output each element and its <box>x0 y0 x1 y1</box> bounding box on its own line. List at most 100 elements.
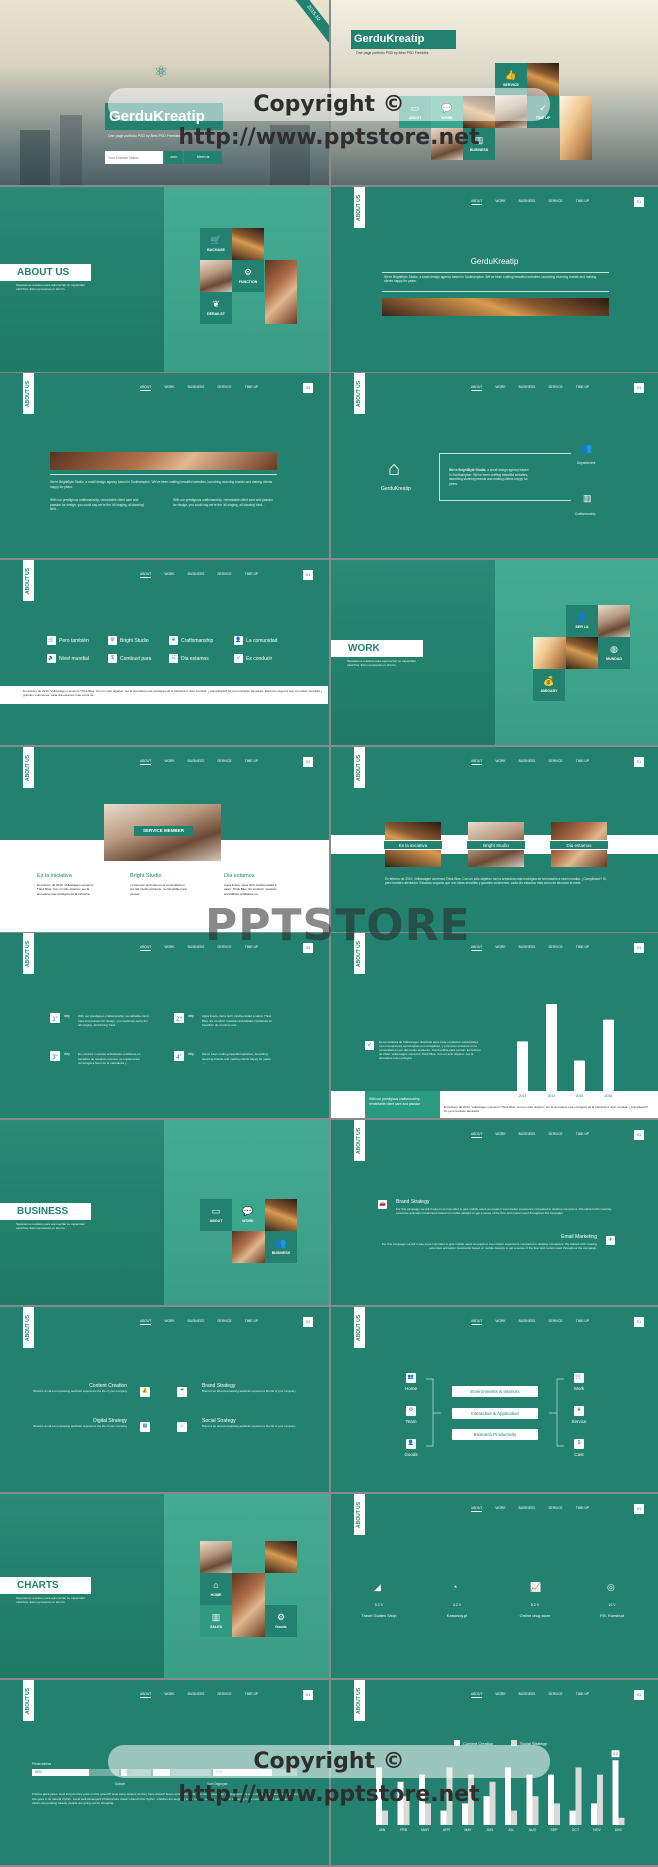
nav-item-time-up[interactable]: TIME UP <box>576 385 589 391</box>
domain-input[interactable] <box>105 151 163 164</box>
nav-item-business[interactable]: BUSINESS <box>519 1132 536 1138</box>
nav-item-time-up[interactable]: TIME UP <box>245 1692 258 1698</box>
nav-item-about[interactable]: ABOUT <box>140 1319 152 1325</box>
section-vertical-tab[interactable]: ABOUT US <box>23 560 34 602</box>
nav-item-work[interactable]: WORK <box>164 572 174 578</box>
nav-item-service[interactable]: SERVICE <box>217 385 231 391</box>
section-vertical-tab[interactable]: ABOUT US <box>354 1680 365 1722</box>
nav-item-business[interactable]: BUSINESS <box>519 1692 536 1698</box>
section-vertical-tab[interactable]: ABOUT US <box>354 1306 365 1348</box>
nav-item-work[interactable]: WORK <box>495 385 505 391</box>
nav-item-service[interactable]: SERVICE <box>548 945 562 951</box>
feature-item[interactable]: 🛒 Pero también <box>47 636 108 646</box>
nav-item-time-up[interactable]: TIME UP <box>576 1506 589 1512</box>
nav-item-work[interactable]: WORK <box>495 1506 505 1512</box>
nav-item-business[interactable]: BUSINESS <box>188 759 205 765</box>
nav-item-business[interactable]: BUSINESS <box>188 572 205 578</box>
nav-item-about[interactable]: ABOUT <box>471 945 483 952</box>
nav-item-time-up[interactable]: TIME UP <box>245 1319 258 1325</box>
tile-sales[interactable]: ▥ SALES <box>200 1604 232 1637</box>
nav-item-business[interactable]: BUSINESS <box>188 945 205 951</box>
tile-goods[interactable]: ⚙ Goods <box>265 1604 297 1637</box>
nav-item-business[interactable]: BUSINESS <box>519 945 536 951</box>
tile-mundad[interactable]: ◍ MUNDAD <box>598 637 630 670</box>
nav-item-service[interactable]: SERVICE <box>548 385 562 391</box>
tile-work[interactable]: 💬 WORK <box>232 1199 264 1232</box>
tile-business[interactable]: 👥 BUSINESS <box>265 1231 297 1264</box>
nav-item-service[interactable]: SERVICE <box>548 1692 562 1698</box>
tld-select[interactable]: .com <box>164 151 183 164</box>
nav-item-work[interactable]: WORK <box>164 759 174 765</box>
nav-item-service[interactable]: SERVICE <box>548 199 562 205</box>
nav-item-work[interactable]: WORK <box>495 1319 505 1325</box>
section-vertical-tab[interactable]: ABOUT US <box>354 373 365 415</box>
nav-item-work[interactable]: WORK <box>495 945 505 951</box>
nav-item-work[interactable]: WORK <box>164 1692 174 1698</box>
nav-item-time-up[interactable]: TIME UP <box>576 945 589 951</box>
nav-item-work[interactable]: WORK <box>164 385 174 391</box>
nav-item-about[interactable]: ABOUT <box>140 759 152 765</box>
section-vertical-tab[interactable]: ABOUT US <box>354 1493 365 1535</box>
nav-item-time-up[interactable]: TIME UP <box>245 385 258 391</box>
nav-item-business[interactable]: BUSINESS <box>519 1506 536 1512</box>
nav-item-time-up[interactable]: TIME UP <box>576 759 589 765</box>
nav-item-service[interactable]: SERVICE <box>217 572 231 578</box>
nav-item-work[interactable]: WORK <box>164 1319 174 1325</box>
nav-item-about[interactable]: ABOUT <box>140 945 152 952</box>
feature-item[interactable]: $ Combust para <box>108 654 169 664</box>
tile-ser-la[interactable]: 👤 SER LA <box>566 605 598 638</box>
section-vertical-tab[interactable]: ABOUT US <box>354 186 365 228</box>
tile-about[interactable]: ▭ ABOUT <box>200 1199 232 1232</box>
tile-buchase[interactable]: 🛒 BUCHASE <box>200 227 232 260</box>
nav-item-about[interactable]: ABOUT <box>471 1132 483 1139</box>
nav-item-business[interactable]: BUSINESS <box>519 199 536 205</box>
feature-item[interactable]: ❦ Craftsmanship <box>169 636 234 646</box>
nav-item-about[interactable]: ABOUT <box>471 1319 483 1325</box>
nav-item-about[interactable]: ABOUT <box>471 1506 483 1512</box>
nav-item-time-up[interactable]: TIME UP <box>576 1692 589 1698</box>
nav-item-about[interactable]: ABOUT <box>471 759 483 765</box>
nav-item-work[interactable]: WORK <box>164 945 174 951</box>
nav-item-about[interactable]: ABOUT <box>471 199 483 205</box>
tile-home[interactable]: ⌂ HOME <box>200 1572 232 1605</box>
nav-item-service[interactable]: SERVICE <box>548 1506 562 1512</box>
nav-item-time-up[interactable]: TIME UP <box>576 1132 589 1138</box>
nav-item-about[interactable]: ABOUT <box>471 385 483 392</box>
nav-item-work[interactable]: WORK <box>495 1132 505 1138</box>
nav-item-business[interactable]: BUSINESS <box>519 1319 536 1325</box>
nav-item-work[interactable]: WORK <box>495 199 505 205</box>
tile-function[interactable]: ⚙ FUNCTION <box>232 259 264 292</box>
feature-item[interactable]: 🔈 Nivel mundial <box>47 654 108 664</box>
nav-item-service[interactable]: SERVICE <box>548 1319 562 1325</box>
feature-item[interactable]: ☷ Dia estamos <box>169 654 234 664</box>
nav-item-about[interactable]: ABOUT <box>140 1692 152 1699</box>
nav-item-business[interactable]: BUSINESS <box>519 759 536 765</box>
nav-item-service[interactable]: SERVICE <box>548 1132 562 1138</box>
nav-item-business[interactable]: BUSINESS <box>519 385 536 391</box>
nav-item-service[interactable]: SERVICE <box>548 759 562 765</box>
nav-item-time-up[interactable]: TIME UP <box>576 1319 589 1325</box>
nav-item-about[interactable]: ABOUT <box>140 385 152 392</box>
nav-item-time-up[interactable]: TIME UP <box>245 759 258 765</box>
nav-item-service[interactable]: SERVICE <box>217 1692 231 1698</box>
nav-item-about[interactable]: ABOUT <box>471 1692 483 1699</box>
nav-item-service[interactable]: SERVICE <box>217 1319 231 1325</box>
feature-item[interactable]: ➶ Es conducir <box>234 654 294 664</box>
tile-derailst[interactable]: ❦ DERAILST <box>200 291 232 324</box>
tile-amigaby[interactable]: 💰 AMIGABY <box>533 669 565 702</box>
nav-item-work[interactable]: WORK <box>495 759 505 765</box>
section-vertical-tab[interactable]: ABOUT US <box>354 746 365 788</box>
nav-item-time-up[interactable]: TIME UP <box>245 572 258 578</box>
section-vertical-tab[interactable]: ABOUT US <box>23 373 34 415</box>
feature-item[interactable]: ⚙ Bright Studio <box>108 636 169 646</box>
nav-item-business[interactable]: BUSINESS <box>188 1692 205 1698</box>
section-vertical-tab[interactable]: ABOUT US <box>354 1120 365 1162</box>
section-vertical-tab[interactable]: ABOUT US <box>23 746 34 788</box>
nav-item-service[interactable]: SERVICE <box>217 759 231 765</box>
section-vertical-tab[interactable]: ABOUT US <box>23 1306 34 1348</box>
nav-item-about[interactable]: ABOUT <box>140 572 152 579</box>
feature-item[interactable]: 👤 La comunidad <box>234 636 294 646</box>
nav-item-work[interactable]: WORK <box>495 1692 505 1698</box>
nav-item-business[interactable]: BUSINESS <box>188 385 205 391</box>
section-vertical-tab[interactable]: ABOUT US <box>23 1680 34 1722</box>
